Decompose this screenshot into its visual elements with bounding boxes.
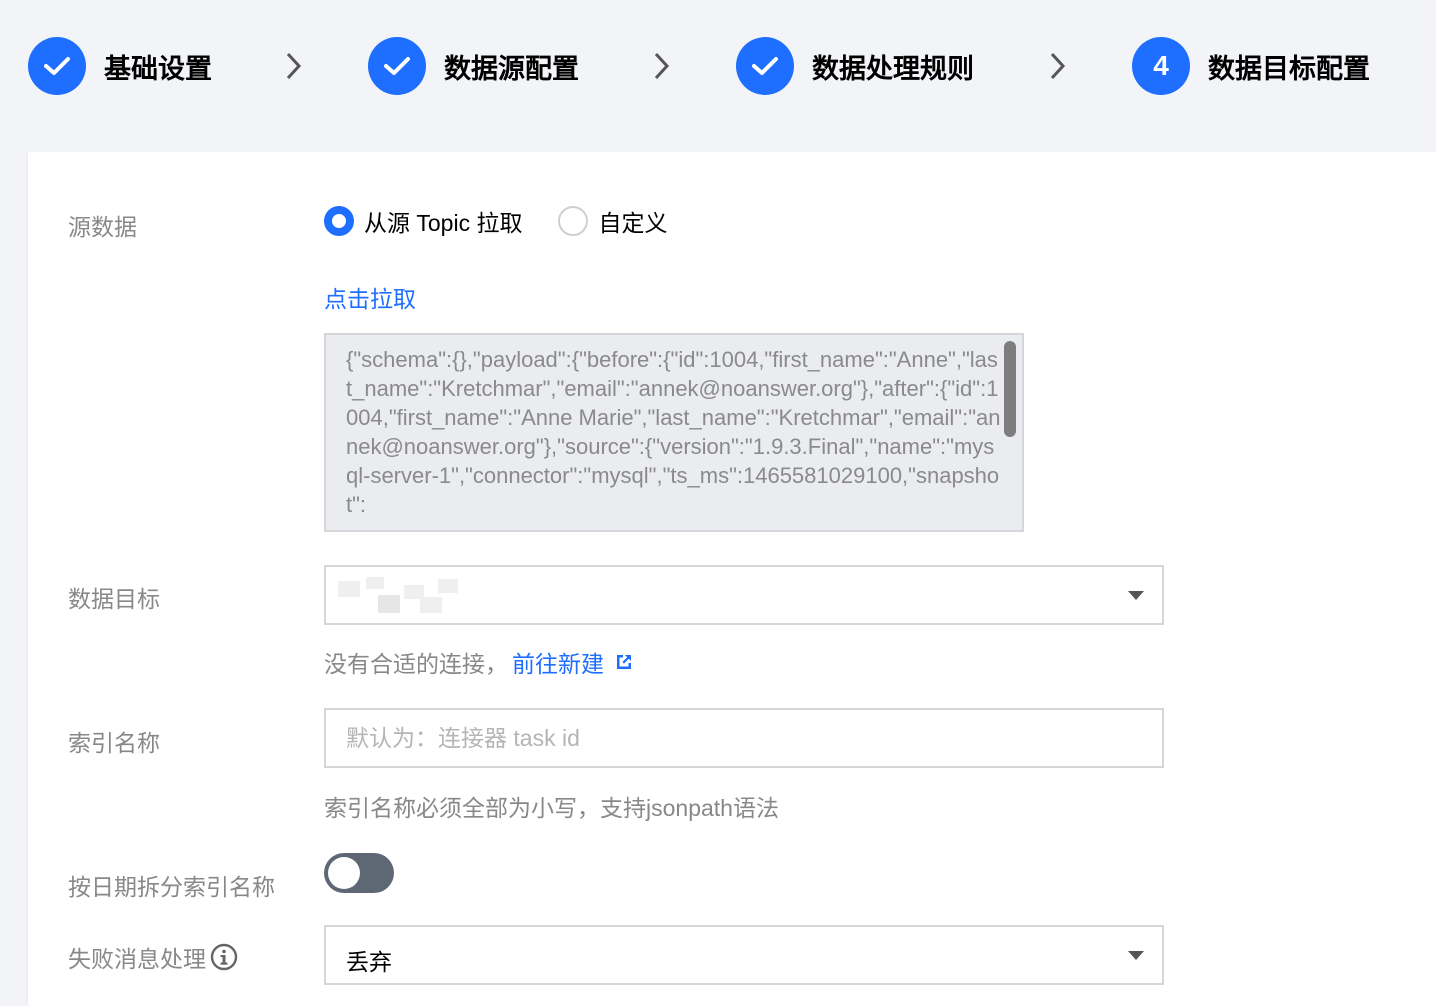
check-icon [368,37,426,95]
target-select[interactable] [324,565,1164,625]
step-target-config: 4 数据目标配置 [1132,37,1370,95]
split-by-date-toggle[interactable] [324,853,394,893]
radio-pull-from-topic[interactable]: 从源 Topic 拉取 [324,204,522,238]
source-json-text: {"schema":{},"payload":{"before":{"id":1… [346,347,1001,517]
source-radio-group: 从源 Topic 拉取 自定义 [324,204,703,238]
index-label: 索引名称 [68,730,160,756]
failure-handling-value: 丢弃 [346,949,392,975]
step-data-source: 数据源配置 [368,37,579,95]
toggle-knob [328,857,360,889]
info-icon[interactable] [210,943,238,971]
external-link-icon[interactable] [614,652,634,672]
check-icon [28,37,86,95]
step-number: 4 [1132,37,1190,95]
index-hint: 索引名称必须全部为小写，支持jsonpath语法 [324,795,779,821]
stepper: 基础设置 数据源配置 数据处理规则 4 数据目标配置 [0,0,1436,130]
index-name-input[interactable] [324,708,1164,768]
failure-handling-label-text: 失败消息处理 [68,946,206,972]
step-label: 基础设置 [104,53,212,84]
source-label: 源数据 [68,214,137,240]
chevron-right-icon [286,52,302,80]
pull-data-link[interactable]: 点击拉取 [324,280,416,314]
failure-handling-label: 失败消息处理 [68,940,238,974]
chevron-right-icon [1050,52,1066,80]
scrollbar-thumb[interactable] [1004,341,1016,437]
target-hint-text: 没有合适的连接， [324,651,508,677]
caret-down-icon [1128,591,1144,600]
radio-custom[interactable]: 自定义 [558,204,667,238]
step-label: 数据源配置 [444,53,579,84]
check-icon [736,37,794,95]
target-label: 数据目标 [68,586,160,612]
radio-label: 从源 Topic 拉取 [364,210,523,236]
split-by-date-label: 按日期拆分索引名称 [68,874,275,900]
step-processing-rules: 数据处理规则 [736,37,974,95]
step-label: 数据处理规则 [812,53,974,84]
failure-handling-select[interactable]: 丢弃 [324,925,1164,985]
step-basic-settings: 基础设置 [28,37,212,95]
radio-checked-icon [324,206,354,236]
source-data-textarea[interactable]: {"schema":{},"payload":{"before":{"id":1… [324,333,1024,532]
radio-label: 自定义 [598,210,668,236]
step-label: 数据目标配置 [1208,53,1370,84]
caret-down-icon [1128,951,1144,960]
form-card: 源数据 从源 Topic 拉取 自定义 点击拉取 {"schema":{},"p… [28,152,1436,1006]
chevron-right-icon [654,52,670,80]
target-hint: 没有合适的连接， 前往新建 [324,645,634,679]
radio-unchecked-icon [558,206,589,236]
redacted-value [338,577,462,613]
create-new-link[interactable]: 前往新建 [512,645,604,679]
